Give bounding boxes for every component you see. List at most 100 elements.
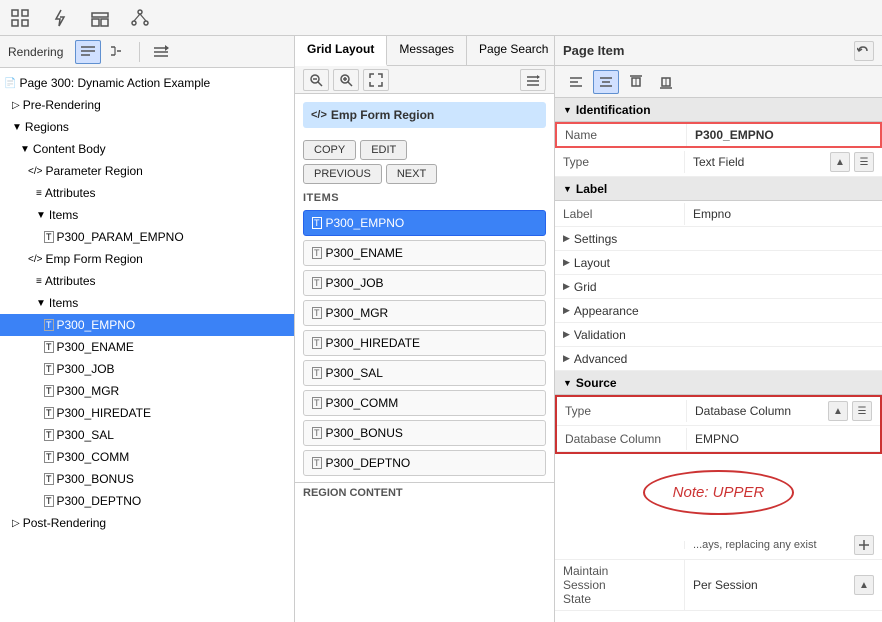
tree-item-content-body[interactable]: ▼ Content Body xyxy=(0,138,294,160)
item-card-hiredate[interactable]: T P300_HIREDATE xyxy=(303,330,546,356)
section-label-label: Label xyxy=(576,182,607,196)
source-type-label: Type xyxy=(557,400,687,422)
tree-item-job[interactable]: T P300_JOB xyxy=(0,358,294,380)
tree-item-emp-form-region[interactable]: </> Emp Form Region xyxy=(0,248,294,270)
tree-label-param-region: Parameter Region xyxy=(45,164,142,178)
list-options-btn[interactable] xyxy=(148,40,174,64)
section-source-triangle: ▼ xyxy=(563,378,572,388)
tree-item-mgr[interactable]: T P300_MGR xyxy=(0,380,294,402)
item-label-job: P300_JOB xyxy=(326,276,384,290)
tab-messages[interactable]: Messages xyxy=(387,36,467,65)
item-label-sal: P300_SAL xyxy=(326,366,383,380)
tree-item-param-empno[interactable]: T P300_PARAM_EMPNO xyxy=(0,226,294,248)
type-list-btn[interactable]: ☰ xyxy=(854,152,874,172)
type-prop-value: Text Field ▲ ☰ xyxy=(685,148,882,176)
source-type-up-btn[interactable]: ▲ xyxy=(828,401,848,421)
name-prop-value xyxy=(687,124,880,146)
item-card-comm[interactable]: T P300_COMM xyxy=(303,390,546,416)
section-settings[interactable]: ▶ Settings xyxy=(555,227,882,251)
type-up-btn[interactable]: ▲ xyxy=(830,152,850,172)
item-icon-comm: T xyxy=(44,451,54,463)
align-top-btn[interactable] xyxy=(623,70,649,94)
section-label-header[interactable]: ▼ Label xyxy=(555,177,882,201)
tree-view-btn[interactable] xyxy=(105,40,131,64)
edit-btn[interactable]: EDIT xyxy=(360,140,407,160)
tree-label-job: P300_JOB xyxy=(57,362,115,376)
section-source-header[interactable]: ▼ Source xyxy=(555,371,882,395)
zoom-out-btn[interactable] xyxy=(303,69,329,91)
middle-tabs: Grid Layout Messages Page Search xyxy=(295,36,554,66)
emp-form-region-card[interactable]: </> Emp Form Region xyxy=(303,102,546,128)
item-type-icon-ename: T xyxy=(312,247,322,259)
lightning-icon[interactable] xyxy=(48,6,72,30)
source-type-list-btn[interactable]: ☰ xyxy=(852,401,872,421)
item-icon-empno: T xyxy=(44,319,54,331)
tree-item-bonus[interactable]: T P300_BONUS xyxy=(0,468,294,490)
tree-item-comm[interactable]: T P300_COMM xyxy=(0,446,294,468)
fullscreen-btn[interactable] xyxy=(363,69,389,91)
section-layout[interactable]: ▶ Layout xyxy=(555,251,882,275)
tree-label-regions: Regions xyxy=(25,120,69,134)
source-extra-btn[interactable] xyxy=(854,535,874,555)
item-type-icon-deptno: T xyxy=(312,457,322,469)
item-card-ename[interactable]: T P300_ENAME xyxy=(303,240,546,266)
undo-btn[interactable] xyxy=(854,41,874,61)
section-validation[interactable]: ▶ Validation xyxy=(555,323,882,347)
tree-item-sal[interactable]: T P300_SAL xyxy=(0,424,294,446)
zoom-in-btn[interactable] xyxy=(333,69,359,91)
tree-item-post-rendering[interactable]: ▷ Post-Rendering xyxy=(0,512,294,534)
tree-item-regions[interactable]: ▼ Regions xyxy=(0,116,294,138)
align-left-btn[interactable] xyxy=(563,70,589,94)
tree-item-emp-items[interactable]: ▼ Items xyxy=(0,292,294,314)
tree-label-sal: P300_SAL xyxy=(57,428,114,442)
item-card-sal[interactable]: T P300_SAL xyxy=(303,360,546,386)
tree-item-ename[interactable]: T P300_ENAME xyxy=(0,336,294,358)
right-toolbar xyxy=(555,66,882,98)
item-icon-ename: T xyxy=(44,341,54,353)
code3-icon: </> xyxy=(311,109,327,121)
item-label-deptno: P300_DEPTNO xyxy=(326,456,411,470)
grid-triangle: ▶ xyxy=(563,281,570,292)
tree-item-emp-attributes[interactable]: ≡ Attributes xyxy=(0,270,294,292)
grid-icon[interactable] xyxy=(8,6,32,30)
next-btn[interactable]: NEXT xyxy=(386,164,437,184)
maintain-label: MaintainSessionState xyxy=(555,560,685,610)
tree-item-empno[interactable]: T P300_EMPNO xyxy=(0,314,294,336)
validation-triangle: ▶ xyxy=(563,329,570,340)
note-container: Note: UPPER xyxy=(555,454,882,531)
middle-options-btn[interactable] xyxy=(520,69,546,91)
tree-label-emp-attributes: Attributes xyxy=(45,274,96,288)
tree-icon[interactable] xyxy=(128,6,152,30)
list-view-btn[interactable] xyxy=(75,40,101,64)
name-input[interactable] xyxy=(695,128,872,142)
section-grid[interactable]: ▶ Grid xyxy=(555,275,882,299)
align-bottom-btn[interactable] xyxy=(653,70,679,94)
left-tree: 📄 Page 300: Dynamic Action Example ▷ Pre… xyxy=(0,68,294,622)
component-icon[interactable] xyxy=(88,6,112,30)
tree-item-deptno[interactable]: T P300_DEPTNO xyxy=(0,490,294,512)
layout-label: Layout xyxy=(574,256,610,270)
tree-item-page300[interactable]: 📄 Page 300: Dynamic Action Example xyxy=(0,72,294,94)
tree-item-param-items[interactable]: ▼ Items xyxy=(0,204,294,226)
tree-item-param-attributes[interactable]: ≡ Attributes xyxy=(0,182,294,204)
tab-page-search[interactable]: Page Search xyxy=(467,36,555,65)
property-type-row: Type Text Field ▲ ☰ xyxy=(555,148,882,177)
previous-btn[interactable]: PREVIOUS xyxy=(303,164,382,184)
section-appearance[interactable]: ▶ Appearance xyxy=(555,299,882,323)
section-advanced[interactable]: ▶ Advanced xyxy=(555,347,882,371)
align-center-btn[interactable] xyxy=(593,70,619,94)
item-card-job[interactable]: T P300_JOB xyxy=(303,270,546,296)
attributes2-icon: ≡ xyxy=(36,276,42,287)
tab-grid-layout[interactable]: Grid Layout xyxy=(295,36,387,66)
tree-item-pre-rendering[interactable]: ▷ Pre-Rendering xyxy=(0,94,294,116)
folder3-icon: ▷ xyxy=(12,518,20,529)
copy-btn[interactable]: COPY xyxy=(303,140,356,160)
item-card-deptno[interactable]: T P300_DEPTNO xyxy=(303,450,546,476)
tree-item-param-region[interactable]: </> Parameter Region xyxy=(0,160,294,182)
item-card-bonus[interactable]: T P300_BONUS xyxy=(303,420,546,446)
item-card-empno[interactable]: T P300_EMPNO xyxy=(303,210,546,236)
tree-item-hiredate[interactable]: T P300_HIREDATE xyxy=(0,402,294,424)
section-identification-header[interactable]: ▼ Identification xyxy=(555,98,882,122)
item-card-mgr[interactable]: T P300_MGR xyxy=(303,300,546,326)
maintain-up-btn[interactable]: ▲ xyxy=(854,575,874,595)
